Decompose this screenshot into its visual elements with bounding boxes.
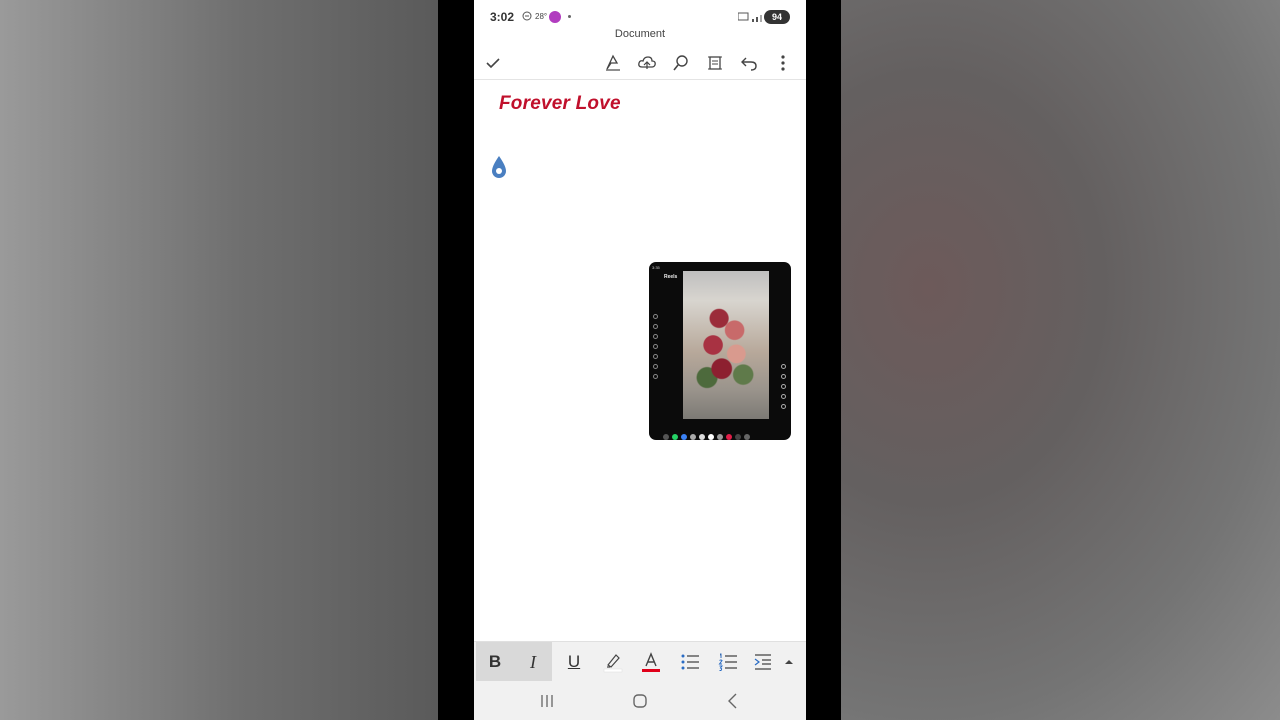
embedded-left-rail-icons (653, 314, 659, 389)
draw-pen-icon[interactable] (602, 52, 624, 74)
embedded-right-rail-icons (781, 364, 787, 424)
home-icon[interactable] (628, 691, 652, 711)
word-toolbar (474, 46, 806, 80)
italic-label: I (530, 651, 536, 672)
underline-button[interactable]: U (555, 642, 593, 682)
embedded-status-time: 3:35 (652, 265, 660, 270)
font-color-button[interactable] (632, 642, 670, 682)
text-cursor-handle-icon[interactable] (490, 154, 508, 180)
underline-label: U (567, 652, 581, 671)
embedded-screenshot-image[interactable]: 3:35 Reels (649, 262, 791, 440)
numbered-list-icon (718, 653, 737, 671)
background-right (841, 0, 1280, 720)
format-bar: B I U (474, 641, 806, 682)
bold-label: B (488, 652, 502, 671)
indent-icon (754, 654, 771, 670)
weather-icon (522, 11, 532, 21)
check-icon[interactable] (482, 52, 504, 74)
status-bar: 3:02 28° 94 (474, 0, 806, 30)
document-heading[interactable]: Forever Love (499, 93, 621, 115)
embedded-reels-label: Reels (664, 274, 678, 280)
document-canvas[interactable]: Forever Love 3:35 Reels (474, 81, 806, 641)
recent-apps-icon[interactable] (535, 691, 559, 711)
read-mode-icon[interactable] (704, 52, 726, 74)
expand-up-icon (785, 660, 793, 664)
bouquet-photo (683, 271, 769, 419)
back-icon[interactable] (721, 691, 745, 711)
status-time: 3:02 (490, 10, 515, 24)
more-options-icon[interactable] (772, 52, 794, 74)
undo-icon[interactable] (738, 52, 760, 74)
document-title: Document (614, 28, 666, 40)
embedded-app-dock (663, 427, 783, 440)
numbered-list-button[interactable] (709, 642, 747, 682)
phone-screen: 3:02 28° 94 Document Forever Love 3:35 R… (474, 0, 806, 720)
notification-dot-icon (568, 15, 571, 18)
highlighter-icon (603, 654, 623, 673)
font-color-icon (642, 652, 660, 672)
bullet-list-icon (681, 654, 699, 670)
italic-button[interactable]: I (514, 642, 552, 682)
bold-button[interactable]: B (476, 642, 514, 682)
bullet-list-button[interactable] (671, 642, 709, 682)
background-left (0, 0, 438, 720)
status-temperature: 28° (535, 12, 548, 21)
notification-app-icon (549, 11, 561, 23)
navigation-bar (474, 681, 806, 720)
search-icon[interactable] (670, 52, 692, 74)
cloud-save-icon[interactable] (636, 52, 658, 74)
battery-indicator: 94 (764, 10, 790, 24)
highlight-button[interactable] (594, 642, 632, 682)
expand-up-button[interactable] (774, 642, 804, 682)
